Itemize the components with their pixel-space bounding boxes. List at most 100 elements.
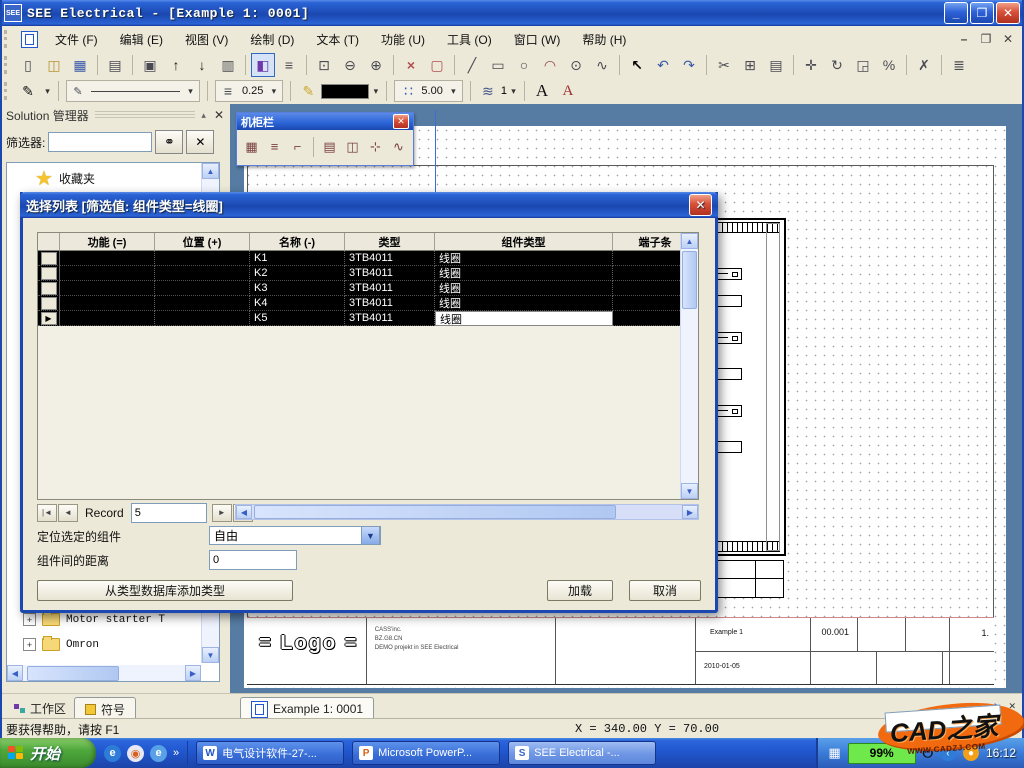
draw-ellipse-icon[interactable]: ⊙ <box>564 53 588 77</box>
move-icon[interactable]: ✛ <box>799 53 823 77</box>
fill-dropdown-arrow-icon[interactable]: ▾ <box>369 83 382 99</box>
menu-edit[interactable]: 编辑 (E) <box>109 27 174 52</box>
fill-color-swatch[interactable] <box>321 84 369 99</box>
media-player-icon[interactable]: ◉ <box>127 745 144 762</box>
text-small-tool-icon[interactable]: A <box>556 79 580 103</box>
tree-horizontal-scrollbar[interactable]: ◀ ▶ <box>7 665 201 681</box>
export-page-icon[interactable]: ▣ <box>138 53 162 77</box>
menu-help[interactable]: 帮助 (H) <box>571 27 637 52</box>
expand-plus-icon[interactable]: + <box>23 638 36 651</box>
draw-spline-icon[interactable]: ∿ <box>590 53 614 77</box>
mdi-close-button[interactable]: ✕ <box>1000 32 1016 46</box>
task-powerpoint[interactable]: P Microsoft PowerP... <box>352 741 500 765</box>
browser-icon[interactable]: e <box>150 745 167 762</box>
col-location[interactable]: 位置 (+) <box>155 233 250 251</box>
table-row[interactable]: K3 3TB4011 线圈 <box>38 281 698 296</box>
workspace-icon[interactable]: ◧ <box>251 53 275 77</box>
zoom-out-icon[interactable]: ⊖ <box>338 53 362 77</box>
col-type[interactable]: 类型 <box>345 233 435 251</box>
row-marker[interactable] <box>38 266 60 281</box>
page-up-icon[interactable]: ↑ <box>164 53 188 77</box>
panel-collapse-icon[interactable]: ▴ <box>201 110 206 121</box>
col-component-type[interactable]: 组件类型 <box>435 233 613 251</box>
cell-name[interactable]: K4 <box>250 296 345 311</box>
row-marker[interactable] <box>38 281 60 296</box>
layers-icon[interactable]: ≋ <box>476 79 500 103</box>
grid-horizontal-scrollbar[interactable]: ◀ ▶ <box>235 504 699 520</box>
scroll-right-icon[interactable]: ▶ <box>185 665 201 681</box>
record-number[interactable]: 5 <box>131 503 207 523</box>
print-icon[interactable]: ▤ <box>103 53 127 77</box>
cell-type[interactable]: 3TB4011 <box>345 251 435 266</box>
fill-brush-icon[interactable]: ✎ <box>296 79 320 103</box>
cell-name[interactable]: K1 <box>250 251 345 266</box>
table-row-selected[interactable]: ▶ K5 3TB4011 线圈 <box>38 311 698 326</box>
row-marker[interactable] <box>38 296 60 311</box>
next-record-icon[interactable]: ► <box>212 504 232 522</box>
scroll-left-icon[interactable]: ◀ <box>7 665 23 681</box>
cabinet-position-icon[interactable]: ⊹ <box>364 135 387 158</box>
cabinet-duct-icon[interactable]: ⌐ <box>286 135 309 158</box>
mdi-minimize-button[interactable]: – <box>956 32 972 46</box>
combo-dropdown-arrow-icon[interactable]: ▼ <box>361 526 380 545</box>
grid-vertical-scrollbar[interactable]: ▲ ▼ <box>680 233 698 499</box>
paste-icon[interactable]: ▤ <box>764 53 788 77</box>
task-word-document[interactable]: W 电气设计软件-27-... <box>196 741 344 765</box>
menu-view[interactable]: 视图 (V) <box>174 27 239 52</box>
cabinet-wires-icon[interactable]: ∿ <box>387 135 410 158</box>
cabinet-rows-icon[interactable]: ≡ <box>263 135 286 158</box>
cell-type[interactable]: 3TB4011 <box>345 281 435 296</box>
task-see-electrical[interactable]: S SEE Electrical -... <box>508 741 656 765</box>
save-icon[interactable]: ▦ <box>68 53 92 77</box>
table-row[interactable]: K2 3TB4011 线圈 <box>38 266 698 281</box>
cell-type[interactable]: 3TB4011 <box>345 266 435 281</box>
scroll-left-icon[interactable]: ◀ <box>236 505 252 519</box>
cell-name[interactable]: K2 <box>250 266 345 281</box>
cancel-button[interactable]: 取消 <box>629 580 701 601</box>
menu-window[interactable]: 窗口 (W) <box>503 27 572 52</box>
pen-dropdown-arrow-icon[interactable]: ▾ <box>41 83 54 99</box>
cabinet-grid-icon[interactable]: ▦ <box>240 135 263 158</box>
search-binoculars-icon[interactable]: ⚭ <box>155 130 183 154</box>
table-row[interactable]: K4 3TB4011 线圈 <box>38 296 698 311</box>
tab-workspace[interactable]: 工作区 <box>4 697 76 719</box>
dialog-close-icon[interactable]: ✕ <box>689 194 712 216</box>
cell-component-type[interactable]: 线圈 <box>435 251 613 266</box>
keyboard-layout-icon[interactable]: ▦ <box>828 745 840 761</box>
copy-icon[interactable]: ⊞ <box>738 53 762 77</box>
clear-filter-icon[interactable]: ✕ <box>186 130 214 154</box>
cabinet-toolbar-close-icon[interactable]: ✕ <box>393 114 409 129</box>
scale-icon[interactable]: ◲ <box>851 53 875 77</box>
row-marker[interactable] <box>38 251 60 266</box>
tree-item-omron[interactable]: + Omron <box>19 635 199 654</box>
tab-document[interactable]: Example 1: 0001 <box>240 697 374 720</box>
add-type-button[interactable]: 从类型数据库添加类型 <box>37 580 293 601</box>
expand-plus-icon[interactable]: + <box>23 613 36 626</box>
pen-style-icon[interactable]: ✎ <box>16 79 40 103</box>
new-icon[interactable]: ▯ <box>16 53 40 77</box>
internet-explorer-icon[interactable]: e <box>104 745 121 762</box>
cell-name[interactable]: K5 <box>250 311 345 326</box>
panel-close-icon[interactable]: ✕ <box>214 108 224 122</box>
text-tool-icon[interactable]: A <box>530 79 554 103</box>
cabinet-rail-icon[interactable]: ▤ <box>318 135 341 158</box>
line-type-icon[interactable]: ≡ <box>277 53 301 77</box>
menu-file[interactable]: 文件 (F) <box>44 27 109 52</box>
delete-icon[interactable]: × <box>399 53 423 77</box>
restore-button[interactable]: ❐ <box>970 2 994 24</box>
page-down-icon[interactable]: ↓ <box>190 53 214 77</box>
minimize-button[interactable]: _ <box>944 2 968 24</box>
zoom-in-icon[interactable]: ⊕ <box>364 53 388 77</box>
cell-name[interactable]: K3 <box>250 281 345 296</box>
distance-input[interactable] <box>209 550 297 570</box>
open-icon[interactable]: ◫ <box>42 53 66 77</box>
table-row[interactable]: K1 3TB4011 线圈 <box>38 251 698 266</box>
erase-icon[interactable]: ✗ <box>912 53 936 77</box>
cell-type[interactable]: 3TB4011 <box>345 296 435 311</box>
first-record-icon[interactable]: |◄ <box>37 504 57 522</box>
cell-component-type-editing[interactable]: 线圈 <box>435 311 613 326</box>
cabinet-height-icon[interactable]: ◫ <box>341 135 364 158</box>
align-icon[interactable]: ≣ <box>947 53 971 77</box>
pages-icon[interactable]: ▥ <box>216 53 240 77</box>
locate-mode-combo[interactable]: 自由 ▼ <box>209 526 381 545</box>
